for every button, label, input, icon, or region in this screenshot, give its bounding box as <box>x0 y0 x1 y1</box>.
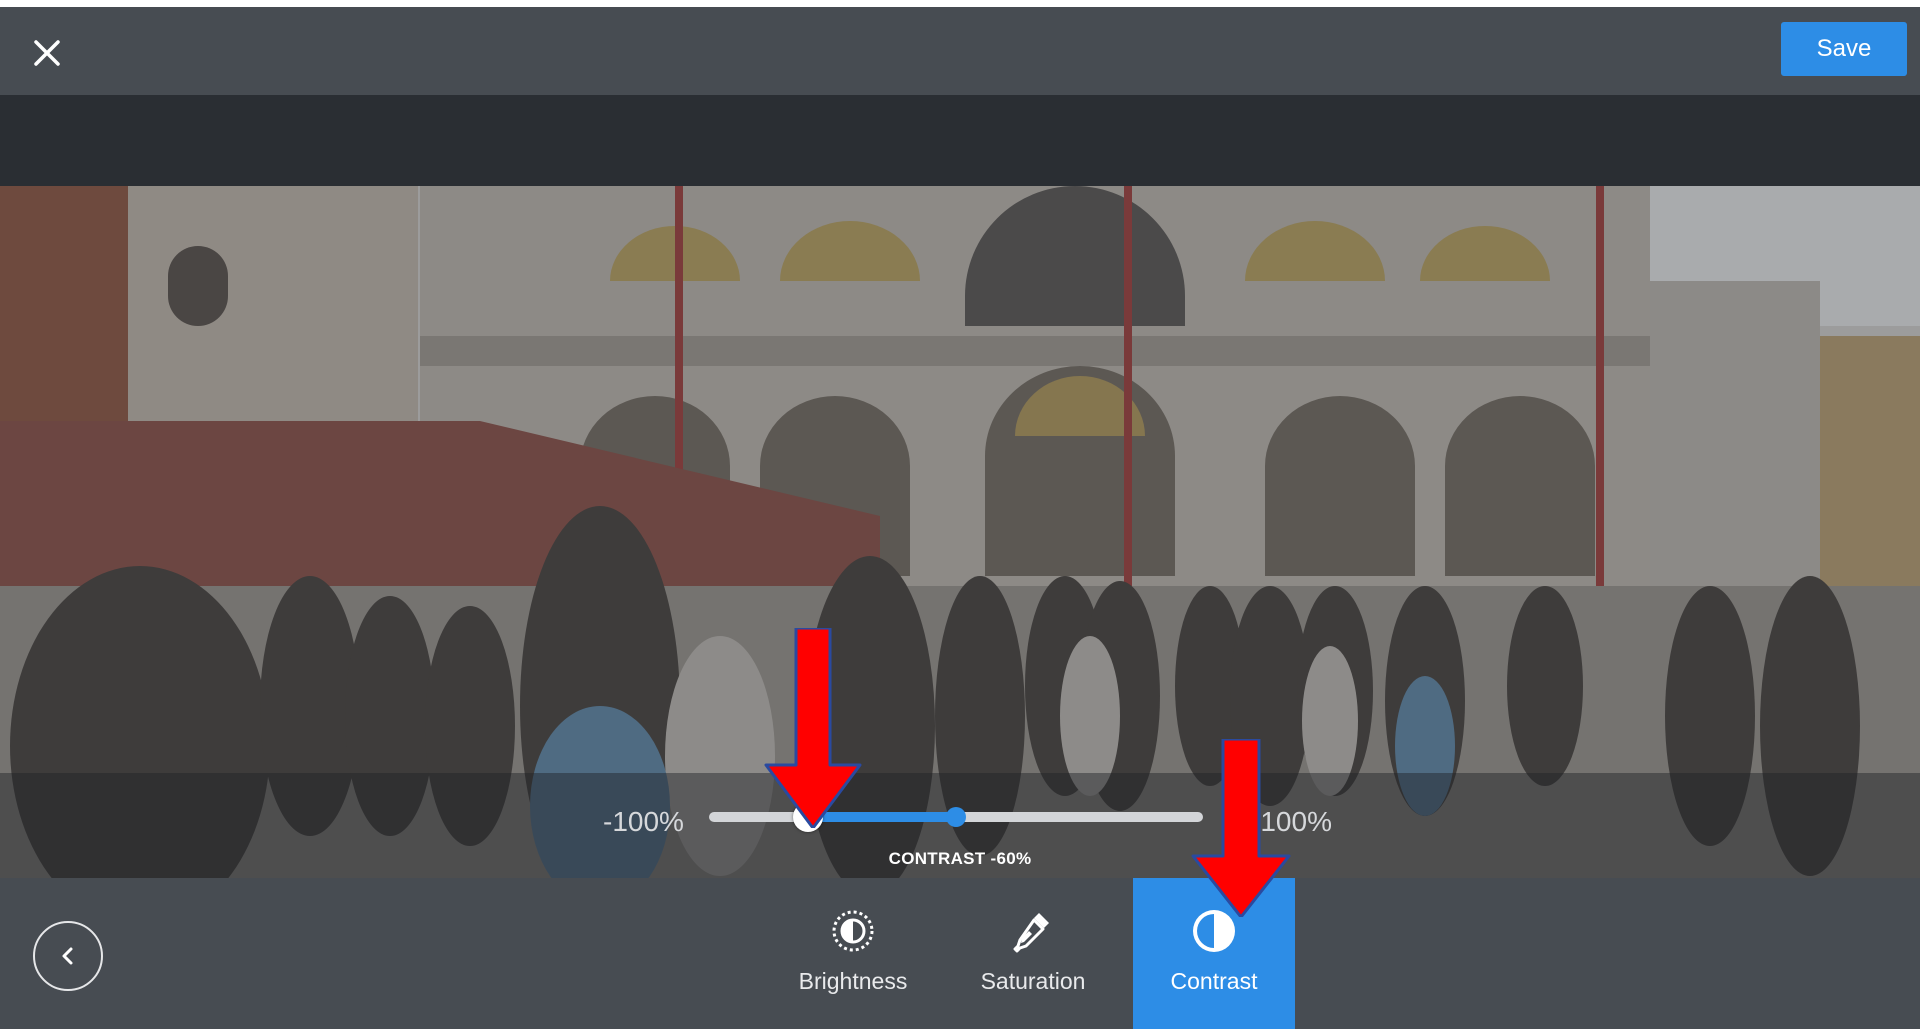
canvas-top-margin <box>0 95 1920 186</box>
brightness-icon <box>832 910 874 952</box>
tool-contrast-label: Contrast <box>1170 968 1258 994</box>
slider-value-text: CONTRAST -60% <box>888 849 1032 868</box>
tool-saturation[interactable]: Saturation <box>952 878 1114 1029</box>
save-button[interactable]: Save <box>1781 22 1907 76</box>
slider-center-mark <box>946 807 966 827</box>
top-bar <box>0 7 1920 95</box>
tool-brightness-label: Brightness <box>798 968 908 994</box>
slider-handle[interactable] <box>792 802 823 832</box>
tool-saturation-label: Saturation <box>980 968 1086 994</box>
slider-fill <box>807 812 956 822</box>
slider-min-label: -100% <box>603 806 684 837</box>
close-button[interactable] <box>28 34 66 72</box>
back-button[interactable] <box>33 921 103 991</box>
eyedropper-icon <box>1013 913 1049 953</box>
slider-max-label: +100% <box>1244 806 1332 837</box>
close-icon <box>34 40 60 66</box>
tool-brightness[interactable]: Brightness <box>772 878 934 1029</box>
contrast-icon <box>1193 910 1235 952</box>
chevron-left-icon <box>62 947 73 965</box>
tool-contrast[interactable]: Contrast <box>1133 878 1295 1029</box>
